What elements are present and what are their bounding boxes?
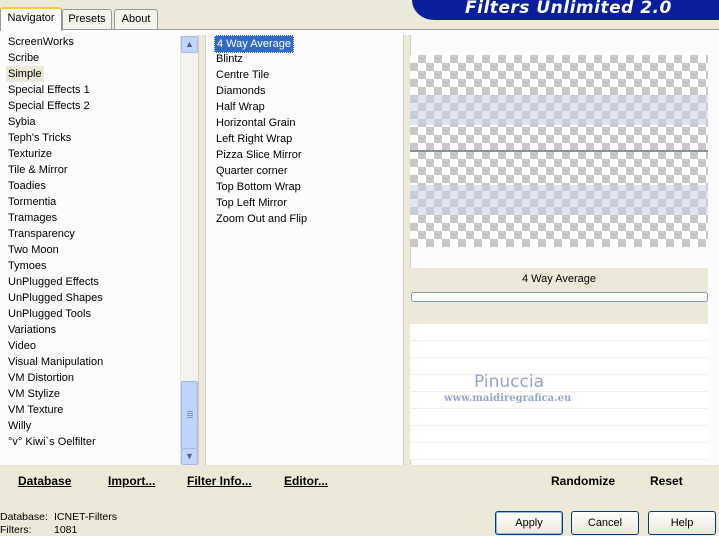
category-item[interactable]: Tramages [8,210,57,226]
category-item[interactable]: VM Distortion [8,370,74,386]
filter-item[interactable]: Blintz [216,51,243,67]
tab-presets[interactable]: Presets [62,9,112,29]
filter-item[interactable]: Quarter corner [216,163,288,179]
database-label: Database: [0,511,48,523]
app-title: Filters Unlimited 2.0 [465,0,672,18]
category-item[interactable]: Toadies [8,178,46,194]
category-item[interactable]: Tymoes [8,258,47,274]
filter-item[interactable]: Horizontal Grain [216,115,295,131]
reset-button[interactable]: Reset [650,474,683,488]
apply-button[interactable]: Apply [495,511,563,535]
import-button[interactable]: Import... [108,474,155,488]
filter-item[interactable]: Diamonds [216,83,266,99]
filter-item[interactable]: Left Right Wrap [216,131,292,147]
filter-item[interactable]: Pizza Slice Mirror [216,147,302,163]
param-row [410,358,708,375]
cancel-button[interactable]: Cancel [571,511,639,535]
database-button[interactable]: Database [18,474,71,488]
category-item[interactable]: Tile & Mirror [8,162,67,178]
category-item[interactable]: °v° Kiwi`s Oelfilter [8,434,96,450]
category-item[interactable]: VM Stylize [8,386,60,402]
watermark-url: www.maidiregrafica.eu [444,393,572,404]
scrollbar-thumb[interactable] [181,381,198,449]
category-item[interactable]: Willy [8,418,31,434]
scroll-down-button[interactable]: ▼ [181,448,198,465]
category-item[interactable]: Transparency [8,226,75,242]
category-item[interactable]: Two Moon [8,242,59,258]
category-item[interactable]: Special Effects 2 [8,98,90,114]
category-list[interactable]: ScreenWorks Scribe Simple Special Effects 1… [0,34,180,466]
category-item[interactable]: UnPlugged Effects [8,274,99,290]
category-item[interactable]: Simple [6,66,44,82]
scroll-up-button[interactable]: ▲ [181,36,198,53]
param-row [410,324,708,341]
tab-about[interactable]: About [114,9,158,29]
filter-item[interactable]: Top Bottom Wrap [216,179,301,195]
filter-item[interactable]: Top Left Mirror [216,195,287,211]
tab-navigator[interactable]: Navigator [0,7,62,31]
category-item[interactable]: UnPlugged Tools [8,306,91,322]
preview-band [410,185,708,215]
category-item[interactable]: Texturize [8,146,52,162]
filter-item[interactable]: Zoom Out and Flip [216,211,307,227]
editor-button[interactable]: Editor... [284,474,328,488]
category-item[interactable]: UnPlugged Shapes [8,290,103,306]
category-item[interactable]: Scribe [8,50,39,66]
category-item[interactable]: Variations [8,322,56,338]
watermark-name: Pinuccia [474,372,544,392]
category-item[interactable]: Sybia [8,114,36,130]
filter-name: 4 Way Average [522,273,596,285]
category-item[interactable]: VM Texture [8,402,63,418]
param-row [410,409,708,426]
help-button[interactable]: Help [648,511,716,535]
param-row [410,375,708,392]
category-item[interactable]: Special Effects 1 [8,82,90,98]
preview-band [410,95,708,125]
list-divider [198,35,206,465]
param-row [410,341,708,358]
category-item[interactable]: Video [8,338,36,354]
filter-item[interactable]: Centre Tile [216,67,269,83]
database-value: ICNET-Filters [54,511,117,523]
filters-value: 1081 [54,524,78,536]
filter-item[interactable]: Half Wrap [216,99,265,115]
filters-label: Filters: [0,524,32,536]
param-row [410,426,708,443]
filter-info-button[interactable]: Filter Info... [187,474,252,488]
category-item[interactable]: Teph's Tricks [8,130,71,146]
randomize-button[interactable]: Randomize [551,474,615,488]
parameter-slider[interactable] [411,292,708,302]
preview-line [410,150,708,152]
category-item[interactable]: ScreenWorks [8,34,74,50]
param-row [410,443,708,460]
category-item[interactable]: Tormentia [8,194,56,210]
category-item[interactable]: Visual Manipulation [8,354,103,370]
